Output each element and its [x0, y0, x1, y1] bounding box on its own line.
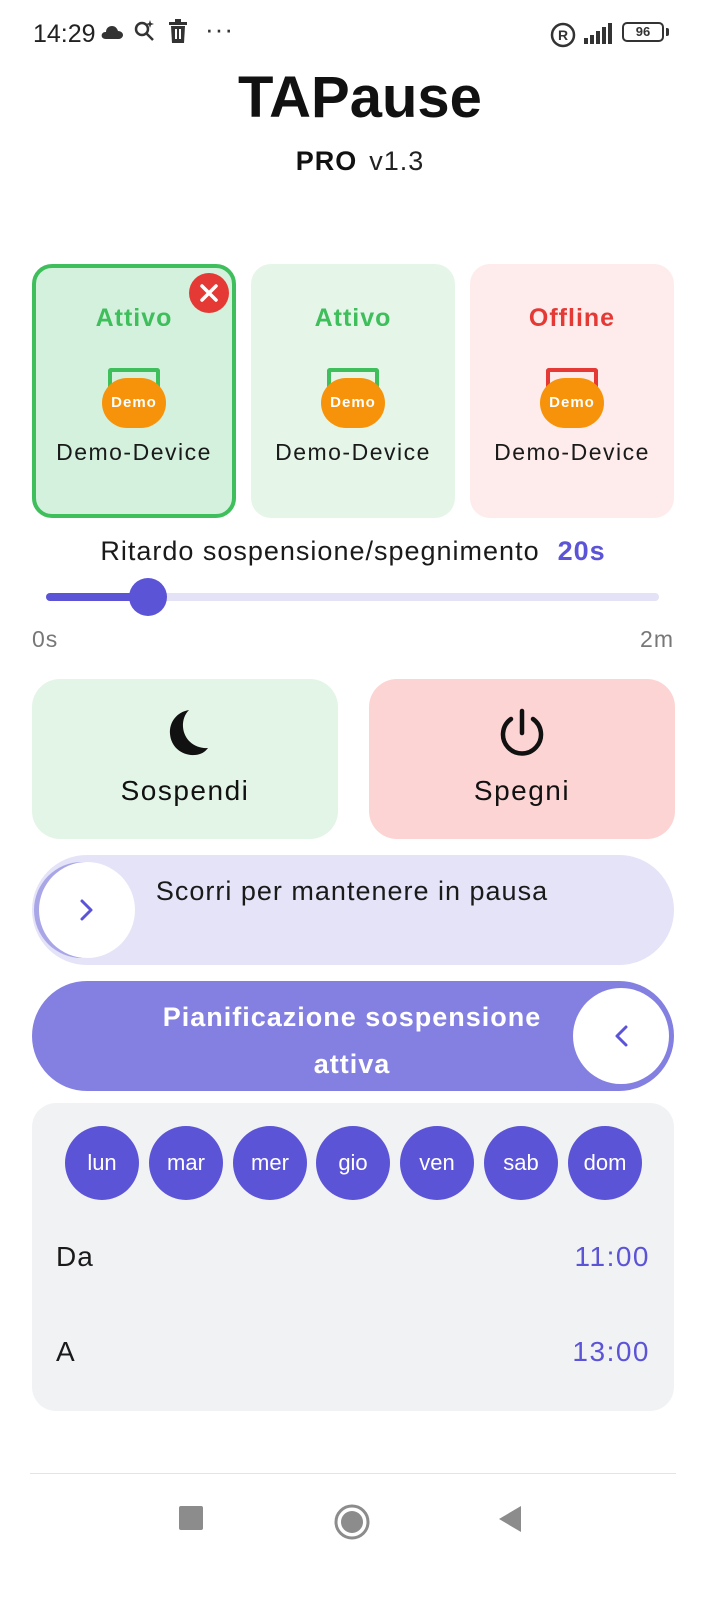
schedule-toggle-text: Pianificazione sospensione attiva: [162, 1002, 542, 1079]
delay-value: 20s: [557, 536, 606, 566]
demo-badge: Demo: [102, 378, 166, 428]
remove-device-button[interactable]: [189, 273, 229, 313]
delay-label-text: Ritardo sospensione/spegnimento: [100, 536, 540, 566]
circle-icon: [334, 1504, 370, 1540]
power-off-label: Spegni: [473, 775, 571, 806]
schedule-toggle-slider[interactable]: Pianificazione sospensione attiva: [32, 981, 674, 1091]
back-button[interactable]: [496, 1504, 524, 1539]
swipe-pause-slider[interactable]: Scorri per mantenere in pausa: [32, 855, 674, 965]
sleep-button[interactable]: Sospendi: [32, 679, 338, 839]
chevron-right-icon: [80, 899, 93, 921]
day-chip-gio[interactable]: gio: [316, 1126, 390, 1200]
slider-thumb[interactable]: [129, 578, 168, 616]
device-name: Demo-Device: [275, 439, 431, 465]
cloud-icon: [100, 24, 124, 45]
to-time-value[interactable]: 13:00: [572, 1336, 650, 1368]
power-icon: [500, 708, 544, 756]
moon-icon: [169, 710, 208, 756]
from-time-value[interactable]: 11:00: [575, 1241, 651, 1273]
version-label: v1.3: [369, 146, 425, 176]
delay-label: Ritardo sospensione/spegnimento 20s: [0, 536, 706, 567]
device-name: Demo-Device: [56, 439, 212, 465]
day-chip-dom[interactable]: dom: [568, 1126, 642, 1200]
power-off-button[interactable]: Spegni: [369, 679, 675, 839]
battery-level: 96: [622, 22, 664, 42]
close-icon: [200, 284, 218, 302]
to-label: A: [56, 1336, 76, 1367]
home-button[interactable]: [334, 1504, 370, 1545]
trash-icon: [167, 18, 189, 49]
device-card[interactable]: Attivo Demo Demo-Device: [32, 264, 236, 518]
from-label: Da: [56, 1241, 94, 1272]
demo-device-icon: Demo: [102, 368, 166, 432]
search-sparkle-icon: [133, 18, 157, 49]
battery-icon: 96: [622, 22, 669, 42]
device-card[interactable]: Offline Demo Demo-Device: [470, 264, 674, 518]
delay-slider[interactable]: [46, 578, 659, 616]
slider-max-label: 2m: [640, 626, 674, 652]
device-name: Demo-Device: [494, 439, 650, 465]
status-time: 14:29: [33, 20, 96, 48]
app-subtitle: PRO v1.3: [0, 146, 720, 177]
day-chip-sab[interactable]: sab: [484, 1126, 558, 1200]
day-chip-ven[interactable]: ven: [400, 1126, 474, 1200]
day-chip-mar[interactable]: mar: [149, 1126, 223, 1200]
signal-icon: [584, 22, 616, 49]
status-bar: 14:29 ··· R 96: [0, 0, 720, 68]
swipe-handle[interactable]: [39, 862, 135, 958]
registered-icon: R: [550, 22, 576, 53]
demo-badge: Demo: [321, 378, 385, 428]
swipe-pause-text: Scorri per mantenere in pausa: [155, 876, 549, 906]
schedule-panel: lun mar mer gio ven sab dom Da 11:00 A 1…: [32, 1103, 674, 1411]
sleep-label: Sospendi: [120, 775, 250, 806]
more-icon: ···: [205, 14, 234, 44]
square-icon: [179, 1506, 203, 1530]
day-chip-lun[interactable]: lun: [65, 1126, 139, 1200]
triangle-back-icon: [499, 1506, 521, 1532]
svg-text:R: R: [558, 27, 568, 43]
device-status: Offline: [528, 304, 616, 332]
day-chip-mer[interactable]: mer: [233, 1126, 307, 1200]
app-title: TAPause: [238, 65, 482, 130]
recent-apps-button[interactable]: [177, 1504, 205, 1537]
swipe-handle[interactable]: [573, 988, 669, 1084]
demo-badge: Demo: [540, 378, 604, 428]
demo-device-icon: Demo: [321, 368, 385, 432]
chevron-left-icon: [615, 1025, 628, 1047]
device-card[interactable]: Attivo Demo Demo-Device: [251, 264, 455, 518]
demo-device-icon: Demo: [540, 368, 604, 432]
slider-min-label: 0s: [32, 626, 59, 652]
device-status: Attivo: [314, 304, 392, 332]
edition-label: PRO: [295, 146, 358, 176]
nav-divider: [30, 1473, 676, 1474]
